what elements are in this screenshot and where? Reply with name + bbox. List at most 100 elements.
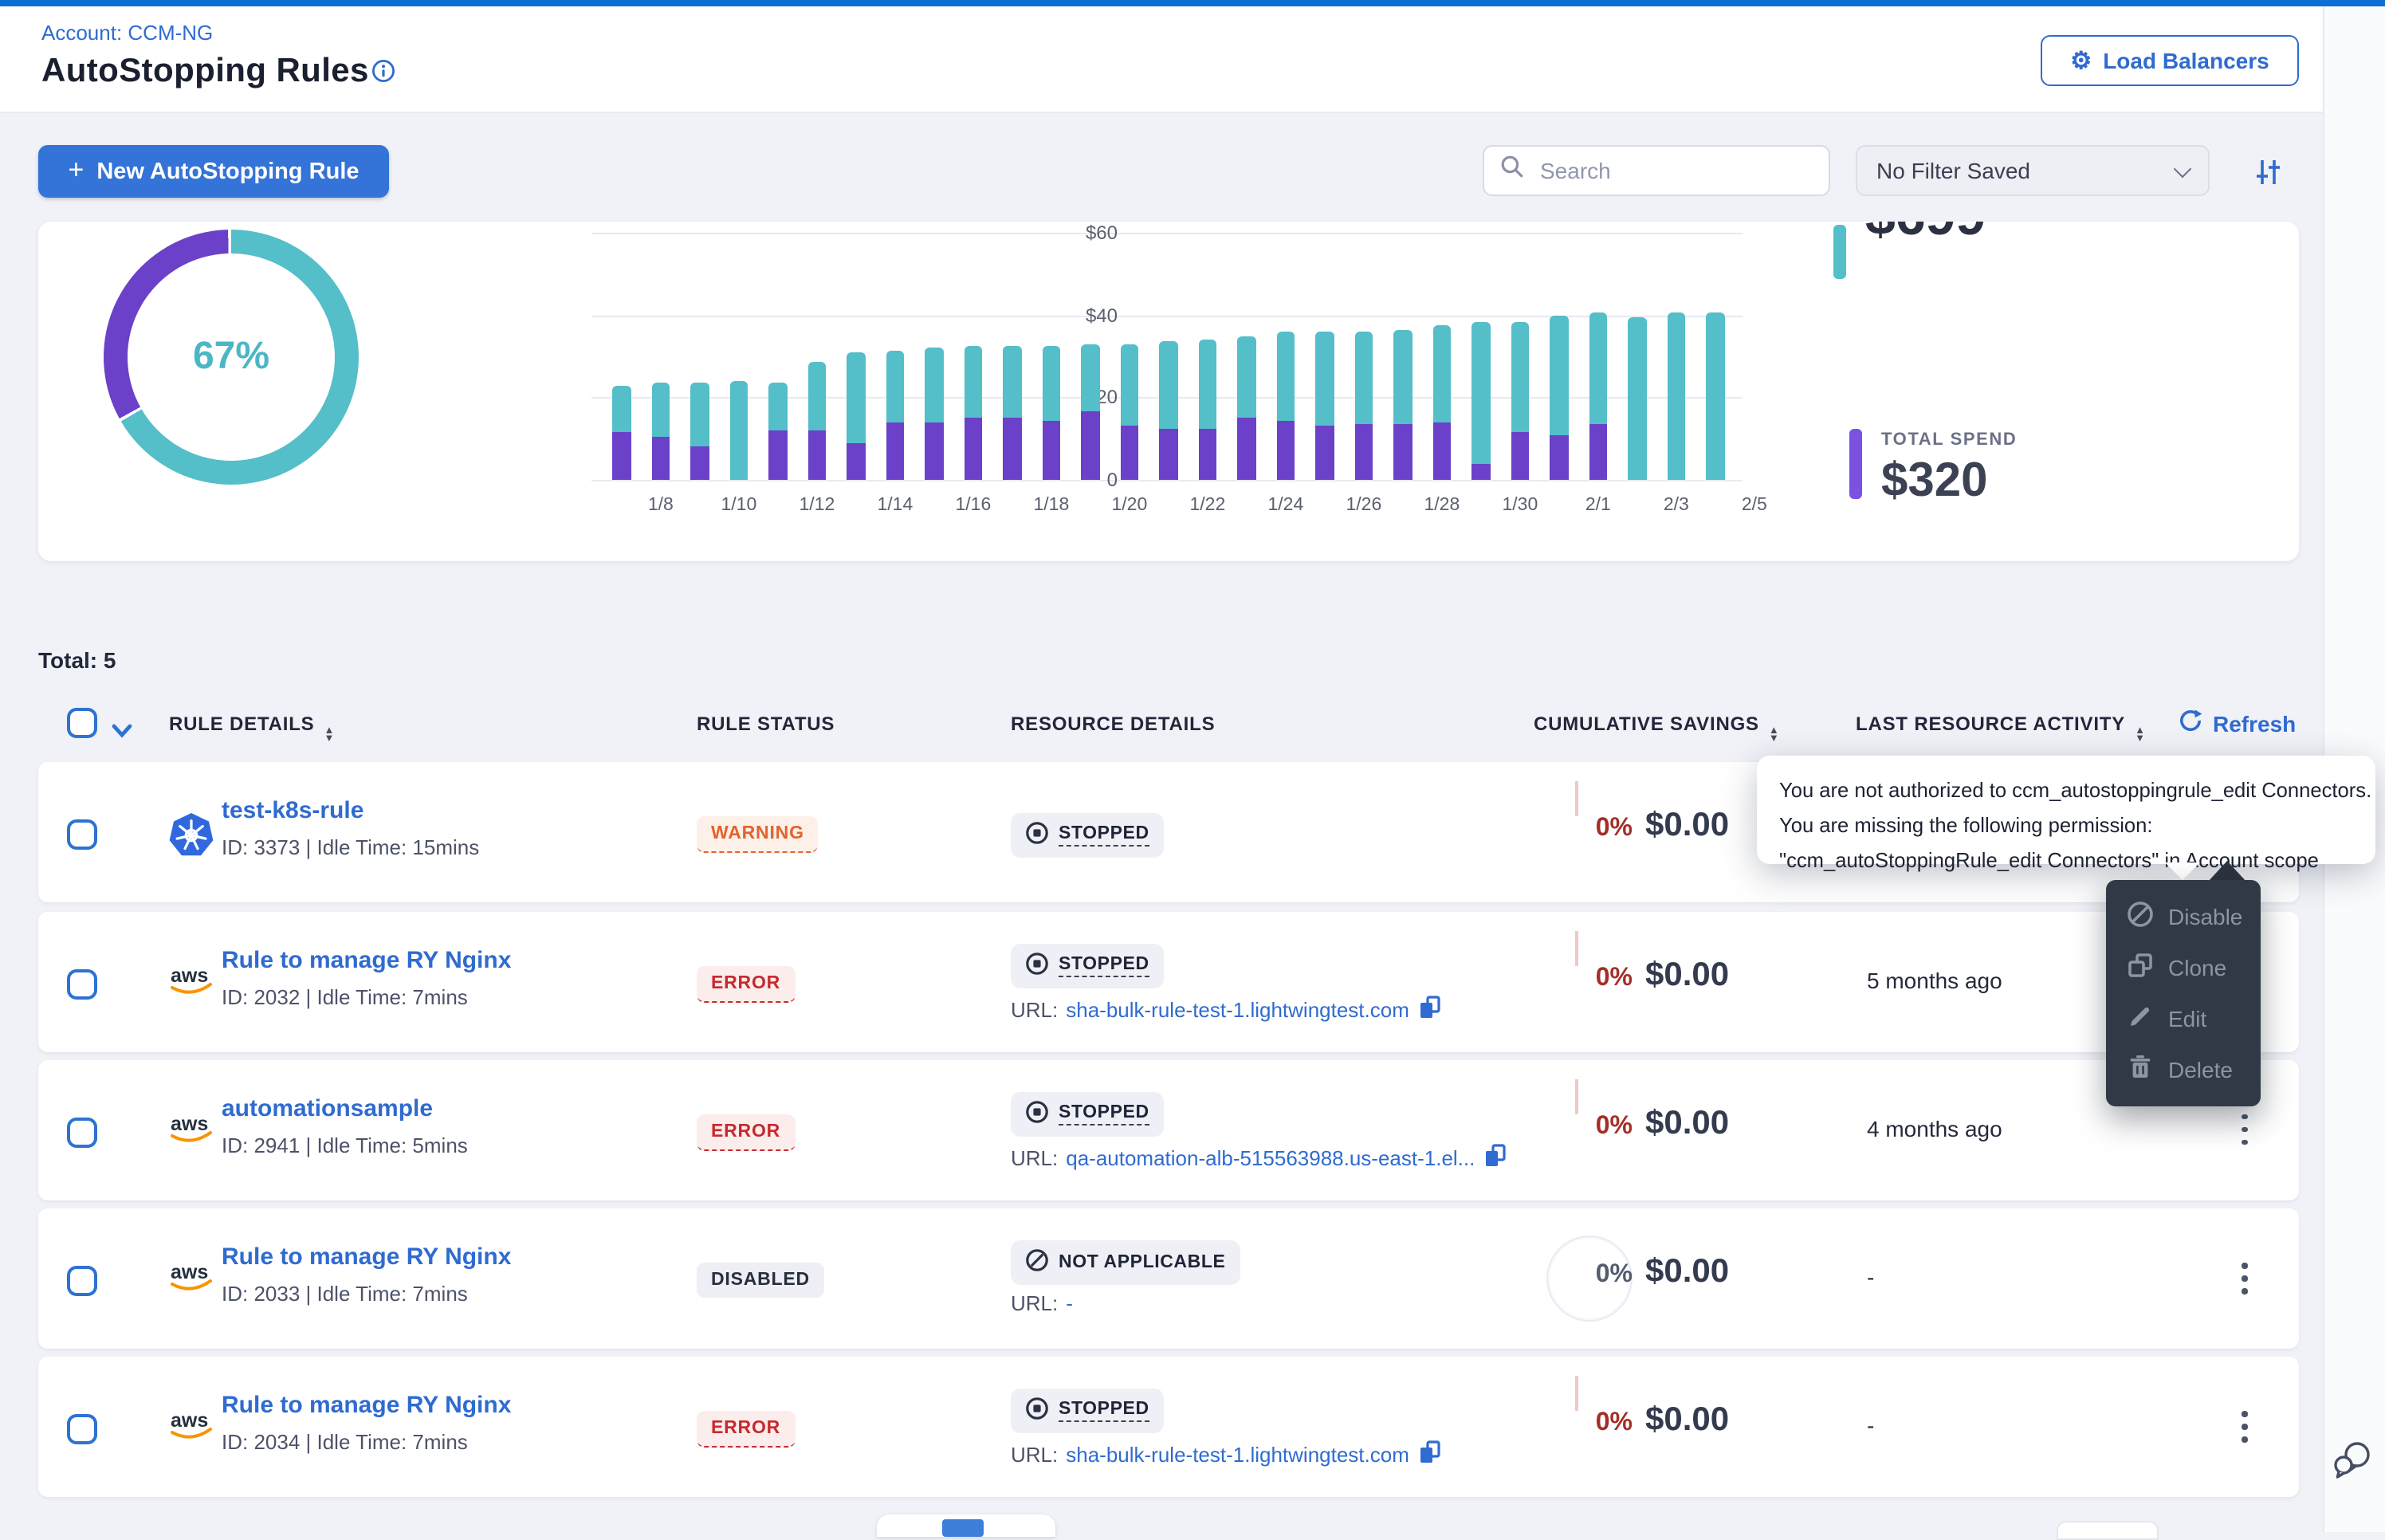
pagination-bar[interactable] bbox=[877, 1514, 1055, 1537]
kebab-menu-button[interactable] bbox=[2229, 1104, 2261, 1155]
menu-item-edit[interactable]: Edit bbox=[2106, 993, 2261, 1044]
bar-segment-savings bbox=[1355, 332, 1373, 424]
resource-url-link[interactable]: sha-bulk-rule-test-1.lightwingtest.com bbox=[1066, 1443, 1409, 1467]
resource-url-line: URL:- bbox=[1011, 1291, 1073, 1315]
rule-name-link[interactable]: Rule to manage RY Nginx bbox=[222, 946, 511, 973]
chevron-down-icon[interactable] bbox=[112, 717, 132, 746]
savings-percent: 0% bbox=[1515, 1261, 1633, 1290]
bar-segment-spend bbox=[1472, 463, 1491, 480]
bar-2/3 bbox=[1668, 233, 1686, 480]
menu-item-delete[interactable]: Delete bbox=[2106, 1044, 2261, 1095]
refresh-button[interactable]: Refresh bbox=[2178, 708, 2296, 738]
aws-icon: aws bbox=[169, 1110, 214, 1155]
table-row[interactable]: aws Rule to manage RY Nginx ID: 2032 | I… bbox=[38, 911, 2299, 1051]
sort-icon[interactable]: ▲▼ bbox=[324, 729, 336, 743]
copy-icon[interactable] bbox=[1417, 994, 1441, 1024]
col-cumulative-savings[interactable]: CUMULATIVE SAVINGS▲▼ bbox=[1534, 713, 1780, 743]
bar-segment-savings bbox=[652, 383, 670, 437]
row-checkbox[interactable] bbox=[67, 968, 97, 999]
filter-icon[interactable] bbox=[2251, 156, 2285, 196]
table-row[interactable]: aws automationsample ID: 2941 | Idle Tim… bbox=[38, 1059, 2299, 1200]
x-axis-tick-label: 1/20 bbox=[1094, 496, 1165, 515]
bar-1/26 bbox=[1355, 233, 1373, 480]
rule-name-link[interactable]: Rule to manage RY Nginx bbox=[222, 1243, 511, 1271]
rule-id-idle-time: ID: 3373 | Idle Time: 15mins bbox=[222, 835, 479, 859]
delete-icon bbox=[2127, 1054, 2154, 1086]
new-autostopping-rule-button[interactable]: + New AutoStopping Rule bbox=[38, 145, 389, 198]
chat-icon[interactable] bbox=[2331, 1438, 2374, 1489]
menu-item-disable[interactable]: Disable bbox=[2106, 891, 2261, 942]
total-spend-value: $320 bbox=[1881, 454, 1988, 509]
bar-segment-spend bbox=[691, 447, 709, 480]
bar-1/21 bbox=[1160, 233, 1178, 480]
bar-1/14 bbox=[886, 233, 905, 480]
resource-url-line: URL: sha-bulk-rule-test-1.lightwingtest.c… bbox=[1011, 994, 1441, 1024]
resource-state-label: STOPPED bbox=[1059, 954, 1149, 976]
bar-segment-savings bbox=[1668, 313, 1686, 480]
pagination-current-page[interactable] bbox=[942, 1519, 984, 1537]
bar-segment-savings bbox=[1589, 313, 1608, 425]
bar-segment-spend bbox=[808, 430, 827, 480]
donut-hole: 67% bbox=[128, 253, 335, 461]
menu-item-clone[interactable]: Clone bbox=[2106, 942, 2261, 993]
resource-url-line: URL: qa-automation-alb-515563988.us-east-… bbox=[1011, 1142, 1507, 1173]
bar-2/4 bbox=[1707, 233, 1725, 480]
bar-segment-savings bbox=[1511, 321, 1530, 433]
search-box[interactable] bbox=[1483, 145, 1830, 196]
rule-name-link[interactable]: automationsample bbox=[222, 1094, 433, 1122]
resource-state-label: STOPPED bbox=[1059, 1102, 1149, 1125]
resource-url-link[interactable]: - bbox=[1066, 1291, 1073, 1315]
bar-1/30 bbox=[1511, 233, 1530, 480]
table-row[interactable]: aws Rule to manage RY Nginx ID: 2033 | I… bbox=[38, 1208, 2299, 1349]
resource-url-link[interactable]: qa-automation-alb-515563988.us-east-1.el… bbox=[1066, 1145, 1475, 1169]
donut-percent-label: 67% bbox=[193, 335, 269, 379]
kebab-menu-button[interactable] bbox=[2229, 1401, 2261, 1452]
saved-filter-value: No Filter Saved bbox=[1876, 158, 2030, 183]
search-input[interactable] bbox=[1537, 156, 1798, 185]
tooltip-line: You are not authorized to ccm_autostoppi… bbox=[1779, 773, 2353, 808]
select-all-checkbox[interactable] bbox=[67, 708, 97, 738]
savings-percent: 0% bbox=[1515, 1409, 1633, 1438]
rule-name-link[interactable]: test-k8s-rule bbox=[222, 797, 363, 824]
row-checkbox[interactable] bbox=[67, 1414, 97, 1444]
saved-filter-select[interactable]: No Filter Saved bbox=[1856, 145, 2210, 196]
savings-tick bbox=[1575, 1376, 1578, 1411]
load-balancers-button[interactable]: ⚙ Load Balancers bbox=[2041, 35, 2299, 86]
tooltip-arrow bbox=[2165, 862, 2200, 880]
bar-segment-savings bbox=[847, 352, 866, 443]
bar-segment-savings bbox=[1472, 321, 1491, 463]
col-last-resource-activity[interactable]: LAST RESOURCE ACTIVITY▲▼ bbox=[1856, 713, 2146, 743]
savings-amount: $0.00 bbox=[1645, 1253, 1729, 1291]
gridline bbox=[591, 480, 1743, 481]
copy-icon[interactable] bbox=[1483, 1142, 1507, 1173]
resource-state-icon bbox=[1025, 1099, 1049, 1128]
row-checkbox[interactable] bbox=[67, 1266, 97, 1296]
url-label: URL: bbox=[1011, 1145, 1058, 1169]
bar-segment-savings bbox=[1160, 342, 1178, 429]
url-label: URL: bbox=[1011, 997, 1058, 1021]
row-checkbox[interactable] bbox=[67, 1117, 97, 1147]
sort-icon[interactable]: ▲▼ bbox=[2135, 729, 2146, 743]
table-row[interactable]: aws Rule to manage RY Nginx ID: 2034 | I… bbox=[38, 1357, 2299, 1497]
x-axis-tick-label: 2/3 bbox=[1641, 496, 1711, 515]
bar-segment-spend bbox=[1160, 428, 1178, 480]
savings-percent: 0% bbox=[1515, 1112, 1633, 1141]
bar-1/8 bbox=[652, 233, 670, 480]
bar-segment-spend bbox=[1550, 434, 1569, 480]
bar-segment-savings bbox=[1629, 317, 1647, 480]
copy-icon[interactable] bbox=[1417, 1440, 1441, 1470]
row-checkbox[interactable] bbox=[67, 819, 97, 850]
info-icon[interactable] bbox=[371, 59, 395, 91]
rule-name-link[interactable]: Rule to manage RY Nginx bbox=[222, 1392, 511, 1419]
resource-state-icon bbox=[1025, 1248, 1049, 1277]
savings-tick bbox=[1575, 781, 1578, 816]
last-activity: 5 months ago bbox=[1867, 967, 2002, 992]
col-rule-details[interactable]: RULE DETAILS▲▼ bbox=[169, 713, 335, 743]
resource-url-link[interactable]: sha-bulk-rule-test-1.lightwingtest.com bbox=[1066, 997, 1409, 1021]
kebab-menu-button[interactable] bbox=[2229, 1253, 2261, 1304]
bar-1/28 bbox=[1433, 233, 1452, 480]
savings-tick bbox=[1575, 930, 1578, 965]
breadcrumb-account-link[interactable]: Account: CCM-NG bbox=[41, 21, 213, 45]
svg-text:aws: aws bbox=[171, 1112, 208, 1134]
sort-icon[interactable]: ▲▼ bbox=[1769, 729, 1780, 743]
